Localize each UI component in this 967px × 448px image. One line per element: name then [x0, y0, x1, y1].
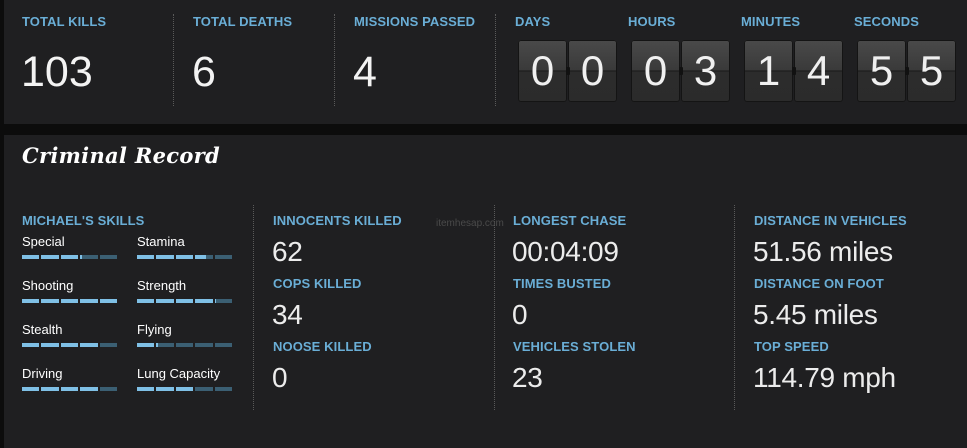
total-deaths-value: 6 [192, 48, 216, 96]
flip-digit: 0 [566, 40, 617, 102]
criminal-record-panel: Criminal Record MICHAEL'S SKILLS Special… [4, 135, 967, 448]
skill-name: Flying [137, 322, 172, 337]
stats-header-panel: TOTAL KILLS 103 TOTAL DEATHS 6 MISSIONS … [4, 0, 967, 124]
skill-level-bar [22, 299, 118, 303]
longest-chase-value: 00:04:09 [512, 236, 619, 267]
skill-name: Strength [137, 278, 187, 293]
distance-foot-label: DISTANCE ON FOOT [754, 276, 884, 291]
distance-vehicles-value: 51.56 miles [753, 236, 893, 267]
timer-days-label: DAYS [515, 14, 551, 29]
top-speed-label: TOP SPEED [754, 339, 829, 354]
skill-level-bar [22, 343, 118, 347]
divider [734, 205, 735, 410]
flip-digit: 5 [857, 40, 906, 102]
skill-level-bar [137, 255, 233, 259]
innocents-killed-value: 62 [272, 236, 303, 267]
divider [334, 14, 335, 106]
criminal-record-title: Criminal Record [22, 143, 220, 168]
timer-seconds-label: SECONDS [854, 14, 919, 29]
flip-digit: 0 [631, 40, 680, 102]
flip-digit: 0 [518, 40, 567, 102]
flip-digit: 3 [679, 40, 730, 102]
total-kills-value: 103 [21, 48, 93, 96]
skill-name: Lung Capacity [137, 366, 221, 381]
longest-chase-label: LONGEST CHASE [513, 213, 627, 228]
skill-level-bar [137, 387, 233, 391]
skill-level-bar [22, 387, 118, 391]
noose-killed-value: 0 [272, 362, 288, 393]
skill-name: Stamina [137, 234, 185, 249]
total-kills-label: TOTAL KILLS [22, 14, 107, 29]
vehicles-stolen-label: VEHICLES STOLEN [513, 339, 636, 354]
skill-name: Driving [22, 366, 63, 381]
divider [173, 14, 174, 106]
watermark: itemhesap.com [436, 218, 504, 229]
flip-digit: 4 [792, 40, 843, 102]
innocents-killed-label: INNOCENTS KILLED [273, 213, 402, 228]
timer-hours-label: HOURS [628, 14, 676, 29]
total-deaths-label: TOTAL DEATHS [193, 14, 293, 29]
distance-foot-value: 5.45 miles [753, 299, 878, 330]
flip-digit: 5 [905, 40, 956, 102]
vehicles-stolen-value: 23 [512, 362, 543, 393]
flip-digit: 1 [744, 40, 793, 102]
skill-name: Stealth [22, 322, 63, 337]
skill-level-bar [137, 299, 233, 303]
skill-level-bar [137, 343, 233, 347]
timer-minutes-label: MINUTES [741, 14, 801, 29]
cops-killed-value: 34 [272, 299, 303, 330]
missions-passed-label: MISSIONS PASSED [354, 14, 476, 29]
divider [494, 205, 495, 410]
skill-name: Shooting [22, 278, 74, 293]
noose-killed-label: NOOSE KILLED [273, 339, 372, 354]
cops-killed-label: COPS KILLED [273, 276, 362, 291]
top-speed-value: 114.79 mph [753, 362, 896, 393]
skill-level-bar [22, 255, 118, 259]
times-busted-value: 0 [512, 299, 528, 330]
divider [495, 14, 496, 106]
distance-vehicles-label: DISTANCE IN VEHICLES [754, 213, 907, 228]
divider [253, 205, 254, 410]
skills-label: MICHAEL'S SKILLS [22, 213, 145, 228]
times-busted-label: TIMES BUSTED [513, 276, 611, 291]
skill-name: Special [22, 234, 65, 249]
missions-passed-value: 4 [353, 48, 377, 96]
